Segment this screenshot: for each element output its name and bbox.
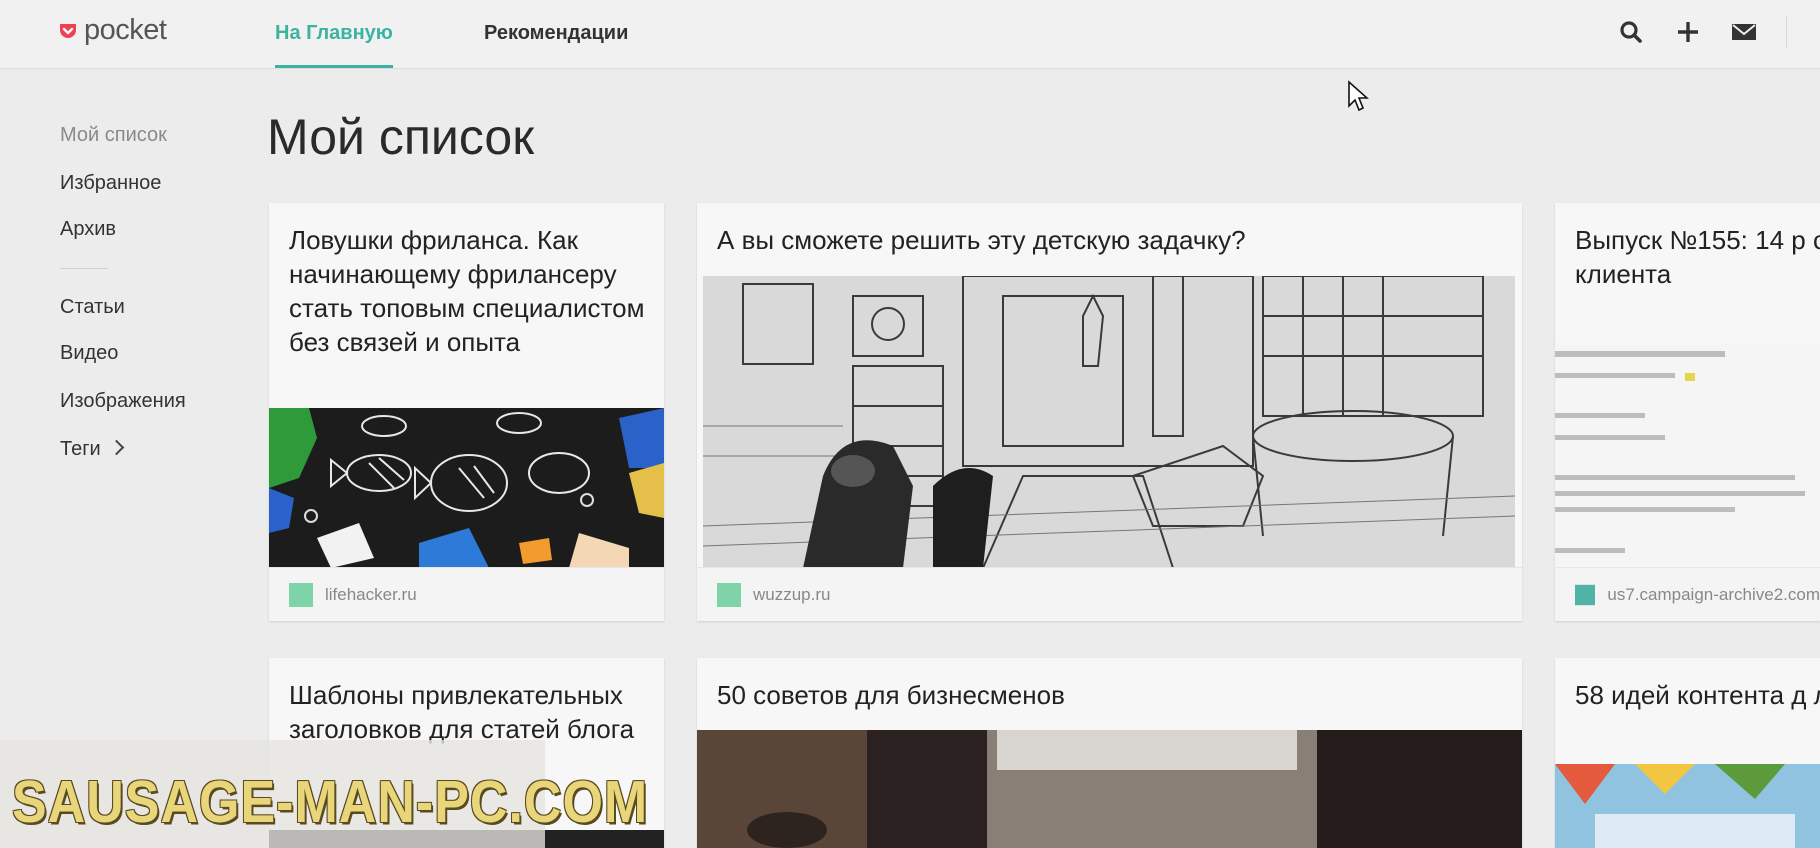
sidebar-item-tags[interactable]: Теги [60,438,124,461]
card-domain[interactable]: wuzzup.ru [753,585,830,605]
pocket-logo[interactable]: pocket [58,14,167,47]
card-domain[interactable]: lifehacker.ru [325,585,417,605]
card-thumbnail [269,408,664,568]
article-card[interactable]: 50 советов для бизнесменов [697,658,1522,848]
plus-icon[interactable] [1674,18,1702,46]
tab-recommendations[interactable]: Рекомендации [484,18,628,68]
article-card[interactable]: Выпуск №155: 14 р способов получить у кл… [1555,203,1820,621]
site-favicon-icon [289,582,313,607]
article-card[interactable]: А вы сможете решить эту детскую задачку? [697,203,1522,621]
card-footer: wuzzup.ru [697,567,1522,621]
card-title[interactable]: Шаблоны привлекательных заголовков для с… [289,678,648,746]
sidebar-item-articles[interactable]: Статьи [60,296,125,319]
sidebar-item-my-list[interactable]: Мой список [60,124,167,147]
card-thumbnail [1555,764,1820,848]
search-icon[interactable] [1617,18,1645,46]
card-thumbnail [1555,343,1820,568]
sidebar-item-archive[interactable]: Архив [60,218,116,241]
card-title[interactable]: Выпуск №155: 14 р способов получить у кл… [1575,223,1820,291]
sidebar-item-tags-label: Теги [60,438,101,460]
logo-text: pocket [84,14,167,46]
header-divider [1786,16,1787,48]
watermark-text: SAUSAGE-MAN-PC.COM [12,769,649,836]
mail-icon[interactable] [1730,18,1758,46]
sidebar-item-images[interactable]: Изображения [60,390,186,413]
card-footer: us7.campaign-archive2.com [1555,567,1820,621]
page-title: Мой список [267,109,535,165]
article-card[interactable]: Ловушки фриланса. Как начинающему фрилан… [269,203,664,621]
card-title[interactable]: Ловушки фриланса. Как начинающему фрилан… [289,223,648,359]
card-footer: lifehacker.ru [269,567,664,621]
card-title[interactable]: 58 идей контента д любого сайта [1575,678,1820,712]
card-title[interactable]: А вы сможете решить эту детскую задачку? [717,223,1506,257]
site-favicon-icon [1575,584,1596,605]
card-domain[interactable]: us7.campaign-archive2.com [1607,585,1820,605]
card-title[interactable]: 50 советов для бизнесменов [717,678,1506,712]
mouse-cursor-icon [1348,80,1369,112]
card-thumbnail [703,276,1515,568]
sidebar-divider [60,268,108,269]
sidebar-item-videos[interactable]: Видео [60,342,118,365]
site-favicon-icon [717,582,741,607]
chevron-right-icon [108,439,124,456]
tab-home[interactable]: На Главную [275,18,393,68]
article-card[interactable]: 58 идей контента д любого сайта [1555,658,1820,848]
top-navigation-bar: pocket На Главную Рекомендации [0,0,1820,69]
card-thumbnail [697,730,1522,848]
pocket-logo-icon [60,23,76,38]
sidebar-item-favorites[interactable]: Избранное [60,172,161,195]
